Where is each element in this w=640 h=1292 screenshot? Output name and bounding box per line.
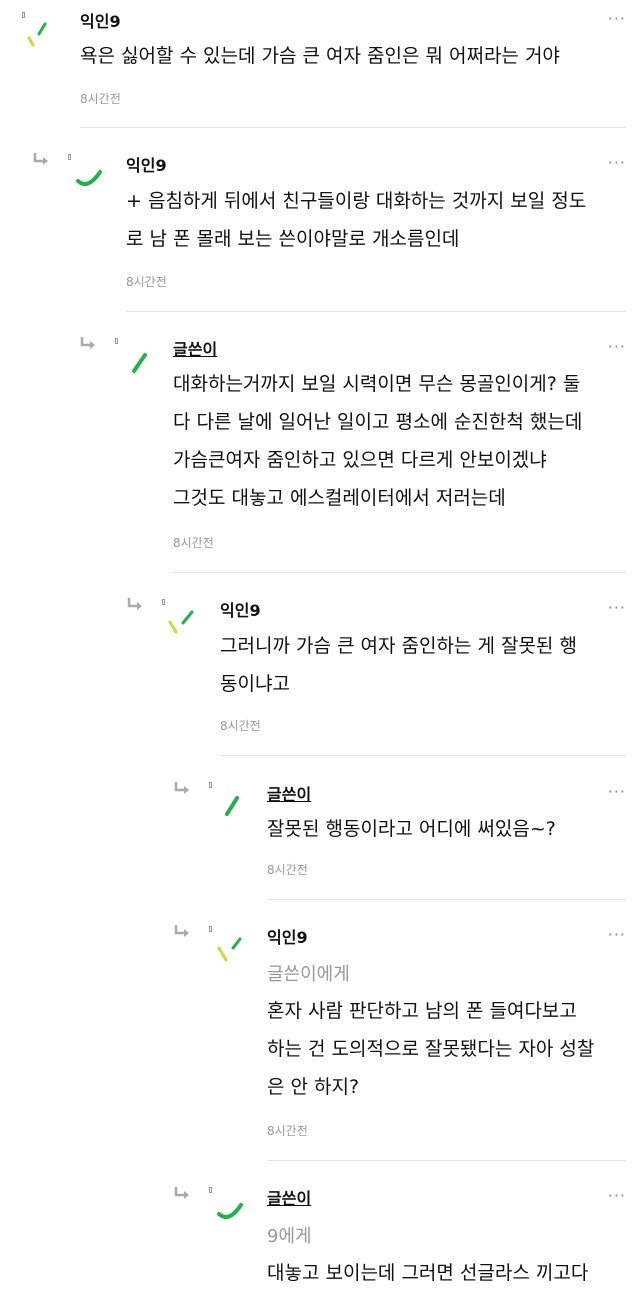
avatar[interactable] [209,782,243,816]
avatar[interactable] [209,926,243,962]
comment-author[interactable]: 익인9 [220,597,261,621]
comment-time: 8시간전 [173,536,214,550]
avatar[interactable] [22,12,56,47]
more-options-icon[interactable]: ··· [608,600,626,616]
comment-body: 대화하는거까지 보일 시력이면 무슨 몽골인이게? 둘 다 다른 날에 일어난 … [173,365,628,517]
avatar[interactable] [68,154,102,188]
comment-line: 은 안 하지? [267,1076,360,1098]
divider [126,311,626,312]
comment-line: 욕은 싫어할 수 있는데 가슴 큰 여자 줌인은 뭐 어쩌라는 거야 [80,45,560,67]
comment-line: 잘못된 행동이라고 어디에 써있음~? [267,818,556,840]
comment-author[interactable]: 글쓴이 [267,1185,311,1209]
comment-author[interactable]: 글쓴이 [173,336,217,360]
comment-body: 욕은 싫어할 수 있는데 가슴 큰 여자 줌인은 뭐 어쩌라는 거야 [80,37,620,75]
comment-time: 8시간전 [267,1124,308,1138]
reply-target[interactable]: 글쓴이에게 [267,960,350,986]
comment-line: 동이냐고 [220,673,290,695]
reply-arrow-icon [33,153,48,165]
avatar-mark-icon [217,1203,243,1219]
reply-arrow-icon [174,925,189,937]
reply-arrow-icon [127,598,142,610]
comment-line: 그러니까 가슴 큰 여자 줌인하는 게 잘못된 행 [220,635,577,657]
comment-author[interactable]: 글쓴이 [267,781,311,805]
avatar[interactable] [115,338,149,373]
comment-line: 혼자 사람 판단하고 남의 폰 들여다보고 [267,1000,577,1022]
avatar-mark-icon [225,796,239,816]
comment-body: 잘못된 행동이라고 어디에 써있음~? [267,810,628,848]
comment-line: 하는 건 도의적으로 잘못됐다는 자아 성찰 [267,1038,595,1060]
avatar-mark-icon [27,22,47,47]
more-options-icon[interactable]: ··· [608,339,626,355]
comment-line: 로 남 폰 몰래 보는 쓴이야말로 개소름인데 [126,228,460,250]
comment-body: 혼자 사람 판단하고 남의 폰 들여다보고 하는 건 도의적으로 잘못됐다는 자… [267,992,628,1106]
reply-arrow-icon [174,1187,189,1199]
comment-author[interactable]: 익인9 [267,924,308,948]
avatar[interactable] [209,1187,243,1221]
reply-target[interactable]: 9에게 [267,1222,312,1248]
comment-time: 8시간전 [267,863,308,877]
reply-arrow-icon [80,337,95,349]
comment-line: 대화하는거까지 보일 시력이면 무슨 몽골인이게? 둘 [173,373,581,395]
divider [267,1160,626,1161]
comment-line: 대놓고 보이는데 그러면 선글라스 끼고다 [267,1262,589,1284]
comment-time: 8시간전 [126,275,167,289]
comment-author[interactable]: 익인9 [80,8,121,32]
comment-line: 그것도 대놓고 에스컬레이터에서 저러는데 [173,487,506,509]
divider [267,899,626,900]
comment-time: 8시간전 [80,92,121,106]
more-options-icon[interactable]: ··· [608,927,626,943]
reply-arrow-icon [174,782,189,794]
divider [173,572,626,573]
comment-line: 가슴큰여자 줌인하고 있으면 다르게 안보이겠냐 [173,449,547,471]
more-options-icon[interactable]: ··· [608,11,626,27]
more-options-icon[interactable]: ··· [608,784,626,800]
avatar-mark-icon [168,610,194,634]
avatar[interactable] [162,599,196,634]
comment-body: 대놓고 보이는데 그러면 선글라스 끼고다 [267,1254,628,1292]
more-options-icon[interactable]: ··· [608,1188,626,1204]
comment-author[interactable]: 익인9 [126,152,167,176]
avatar-mark-icon [217,937,242,962]
avatar-mark-icon [132,353,147,373]
avatar-mark-icon [76,170,102,186]
divider [80,127,626,128]
comment-line: + 음침하게 뒤에서 친구들이랑 대화하는 것까지 보일 정도 [126,190,587,212]
comment-body: 그러니까 가슴 큰 여자 줌인하는 게 잘못된 행 동이냐고 [220,627,628,703]
comment-body: + 음침하게 뒤에서 친구들이랑 대화하는 것까지 보일 정도 로 남 폰 몰래… [126,182,626,258]
comment-line: 다 다른 날에 일어난 일이고 평소에 순진한척 했는데 [173,411,583,433]
divider [220,755,626,756]
more-options-icon[interactable]: ··· [608,155,626,171]
comment-time: 8시간전 [220,719,261,733]
